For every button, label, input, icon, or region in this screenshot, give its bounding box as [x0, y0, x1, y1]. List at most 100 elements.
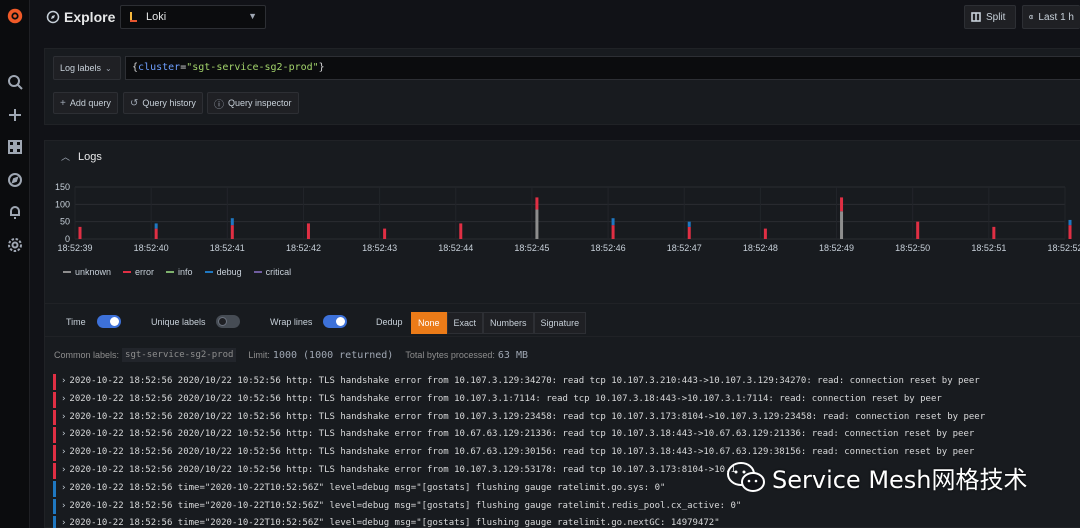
log-row[interactable]: › 2020-10-22 18:52:56 2020/10/22 10:52:56… [53, 409, 1080, 427]
expand-chevron-icon[interactable]: › [61, 483, 66, 493]
chart-bar-error [535, 197, 539, 210]
query-inspector-button[interactable]: ⓘ Query inspector [207, 92, 299, 114]
expand-chevron-icon[interactable]: › [61, 394, 66, 404]
logs-meta-row: Common labels: sgt-service-sg2-prod Limi… [54, 348, 540, 362]
log-row[interactable]: › 2020-10-22 18:52:56 time="2020-10-22T10… [53, 515, 1080, 528]
log-level-indicator [53, 374, 56, 390]
query-brace-close: } [318, 62, 325, 73]
time-range-picker[interactable]: Last 1 h [1022, 5, 1080, 29]
chart-bar-debug [154, 223, 158, 229]
chart-bar-error [763, 228, 767, 239]
query-input[interactable]: {cluster="sgt-service-sg2-prod"} [125, 56, 1080, 80]
legend-label: debug [216, 267, 242, 277]
chart-bar-debug [687, 221, 691, 227]
chart-bar-error [78, 226, 82, 239]
log-line-text: 2020-10-22 18:52:56 2020/10/22 10:52:56 … [69, 411, 986, 422]
add-query-button[interactable]: + Add query [53, 92, 118, 114]
log-rows: › 2020-10-22 18:52:56 2020/10/22 10:52:56… [53, 373, 1080, 528]
legend-label: critical [265, 267, 292, 277]
log-line-text: 2020-10-22 18:52:56 time="2020-10-22T10:… [69, 482, 666, 493]
legend-item-error[interactable]: error [123, 267, 154, 277]
log-labels-label: Log labels [60, 63, 102, 73]
watermark-text: Service Mesh网格技术 [772, 466, 1028, 494]
chart-bar-error [611, 225, 615, 239]
query-history-label: Query history [142, 98, 196, 108]
expand-chevron-icon[interactable]: › [61, 501, 66, 511]
time-toggle[interactable] [97, 315, 121, 328]
query-panel: Log labels ⌄ {cluster="sgt-service-sg2-p… [44, 48, 1080, 125]
compass-icon [46, 10, 60, 24]
expand-chevron-icon[interactable]: › [61, 412, 66, 422]
x-tick-label: 18:52:45 [514, 243, 549, 253]
dedup-signature-button[interactable]: Signature [533, 312, 587, 334]
expand-chevron-icon[interactable]: › [61, 465, 66, 475]
query-history-button[interactable]: ↺ Query history [123, 92, 203, 114]
chevron-down-icon: ⌄ [105, 63, 112, 73]
log-line-text: 2020-10-22 18:52:56 2020/10/22 10:52:56 … [69, 447, 975, 458]
log-line-text: 2020-10-22 18:52:56 2020/10/22 10:52:56 … [69, 429, 975, 440]
side-navigation [0, 0, 30, 528]
dedup-exact-button[interactable]: Exact [446, 312, 484, 334]
chart-bar-error [1068, 225, 1072, 239]
chart-bar-error [840, 197, 844, 212]
toggle-knob [336, 317, 345, 326]
expand-chevron-icon[interactable]: › [61, 518, 66, 528]
explore-icon[interactable] [5, 170, 25, 190]
clock-icon [1029, 14, 1034, 20]
unique-labels-toggle[interactable] [216, 315, 240, 328]
dashboards-icon[interactable] [5, 137, 25, 157]
chart-bar-error [383, 228, 387, 239]
log-row[interactable]: › 2020-10-22 18:52:56 time="2020-10-22T10… [53, 498, 1080, 516]
bytes-processed-label: Total bytes processed: [405, 350, 495, 360]
alert-bell-icon[interactable] [5, 202, 25, 222]
log-level-indicator [53, 427, 56, 444]
legend-item-info[interactable]: info [166, 267, 193, 277]
expand-chevron-icon[interactable]: › [61, 447, 66, 457]
toggle-knob [218, 317, 227, 326]
chart-bar-error [687, 226, 691, 239]
log-labels-button[interactable]: Log labels ⌄ [53, 56, 121, 80]
dedup-button-group: None Exact Numbers Signature [411, 312, 587, 334]
search-icon[interactable] [5, 72, 25, 92]
datasource-picker[interactable]: Loki ▼ [120, 5, 266, 29]
x-tick-label: 18:52:39 [57, 243, 92, 253]
dedup-numbers-button[interactable]: Numbers [483, 312, 534, 334]
history-icon: ↺ [130, 97, 139, 109]
legend-label: info [178, 267, 193, 277]
watermark: Service Mesh网格技术 [726, 460, 1028, 495]
legend-item-debug[interactable]: debug [204, 267, 242, 277]
legend-label: unknown [75, 267, 112, 277]
x-tick-label: 18:52:50 [895, 243, 930, 253]
toggle-knob [110, 317, 119, 326]
expand-chevron-icon[interactable]: › [61, 376, 66, 386]
x-tick-label: 18:52:48 [743, 243, 778, 253]
legend-label: error [135, 267, 155, 277]
log-level-indicator [53, 516, 56, 528]
log-level-indicator [53, 391, 56, 408]
dedup-label: Dedup [376, 317, 403, 327]
log-line-text: 2020-10-22 18:52:56 2020/10/22 10:52:56 … [69, 393, 942, 404]
log-line-text: 2020-10-22 18:52:56 time="2020-10-22T10:… [69, 500, 742, 511]
chart-bar-error [916, 221, 920, 239]
log-row[interactable]: › 2020-10-22 18:52:56 2020/10/22 10:52:56… [53, 373, 1080, 391]
page-title: Explore [64, 9, 116, 25]
split-button[interactable]: Split [964, 5, 1016, 29]
wrap-lines-toggle[interactable] [323, 315, 347, 328]
x-tick-label: 18:52:43 [362, 243, 397, 253]
expand-chevron-icon[interactable]: › [61, 429, 66, 439]
time-toggle-label: Time [66, 317, 86, 327]
logs-panel-header[interactable]: ︿ Logs [61, 150, 102, 163]
grafana-logo-icon[interactable] [5, 6, 25, 26]
chart-bar-error [306, 223, 310, 239]
info-circle-icon: ⓘ [214, 99, 224, 111]
dedup-none-button[interactable]: None [411, 312, 447, 334]
chart-bar-error [992, 226, 996, 239]
legend-item-unknown[interactable]: unknown [63, 267, 111, 277]
log-row[interactable]: › 2020-10-22 18:52:56 2020/10/22 10:52:56… [53, 426, 1080, 444]
plus-icon[interactable] [5, 105, 25, 125]
legend-item-critical[interactable]: critical [253, 267, 292, 277]
bytes-processed-value: 63 MB [497, 349, 529, 361]
log-row[interactable]: › 2020-10-22 18:52:56 2020/10/22 10:52:56… [53, 391, 1080, 409]
gear-icon[interactable] [5, 235, 25, 255]
legend-swatch [204, 271, 213, 273]
